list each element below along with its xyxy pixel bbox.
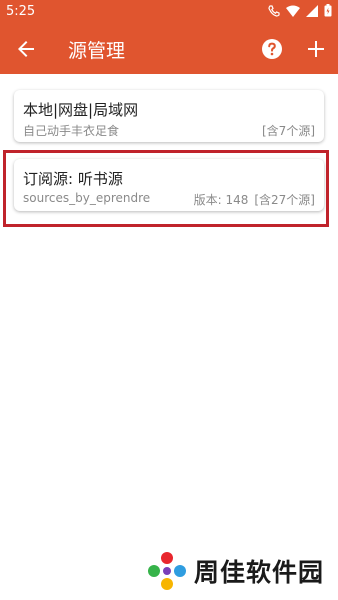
source-name: 本地|网盘|局域网 [23, 101, 139, 119]
watermark: 周佳软件园 [146, 550, 324, 592]
watermark-logo-icon [148, 552, 186, 590]
source-card-local[interactable]: 本地|网盘|局域网 自己动手丰衣足食 [含7个源] [14, 90, 324, 142]
add-icon[interactable] [304, 37, 328, 61]
status-time: 5:25 [6, 4, 36, 19]
status-icons [268, 4, 332, 17]
source-meta: [含7个源] [262, 122, 315, 139]
watermark-text: 周佳软件园 [194, 558, 325, 587]
help-icon[interactable] [260, 37, 284, 61]
back-arrow-icon[interactable] [14, 37, 38, 61]
page-title: 源管理 [68, 40, 126, 62]
status-bar: 5:25 [0, 0, 338, 24]
source-description: 自己动手丰衣足食 [23, 124, 120, 138]
wifi-icon [286, 5, 300, 17]
call-icon [268, 4, 280, 17]
signal-icon [306, 4, 318, 17]
app-bar: 源管理 [0, 24, 338, 74]
highlight-box [3, 150, 329, 227]
source-count: [含7个源] [262, 124, 315, 138]
battery-icon [324, 4, 332, 17]
